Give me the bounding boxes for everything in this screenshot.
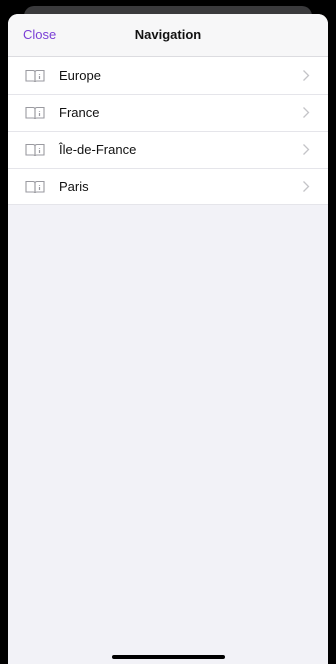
- book-icon: [25, 180, 45, 194]
- screen: Close Navigation Europe France Île-de-Fr…: [0, 0, 336, 664]
- book-icon: [25, 69, 45, 83]
- page-title: Navigation: [134, 27, 202, 42]
- book-icon: [25, 143, 45, 157]
- list-item-label: Europe: [59, 68, 101, 83]
- list-item-label: Île-de-France: [59, 142, 137, 157]
- nav-bar: Close Navigation: [8, 14, 328, 57]
- chevron-right-icon: [302, 180, 310, 193]
- home-indicator[interactable]: [112, 655, 225, 659]
- chevron-right-icon: [302, 143, 310, 156]
- navigation-sheet: Close Navigation Europe France Île-de-Fr…: [8, 14, 328, 664]
- navigation-list: Europe France Île-de-France Paris: [8, 57, 328, 205]
- list-item-ile-de-france[interactable]: Île-de-France: [8, 131, 328, 168]
- chevron-right-icon: [302, 69, 310, 82]
- list-item-france[interactable]: France: [8, 94, 328, 131]
- list-item-europe[interactable]: Europe: [8, 57, 328, 94]
- chevron-right-icon: [302, 106, 310, 119]
- book-icon: [25, 106, 45, 120]
- list-item-paris[interactable]: Paris: [8, 168, 328, 205]
- list-item-label: Paris: [59, 179, 89, 194]
- list-item-label: France: [59, 105, 100, 120]
